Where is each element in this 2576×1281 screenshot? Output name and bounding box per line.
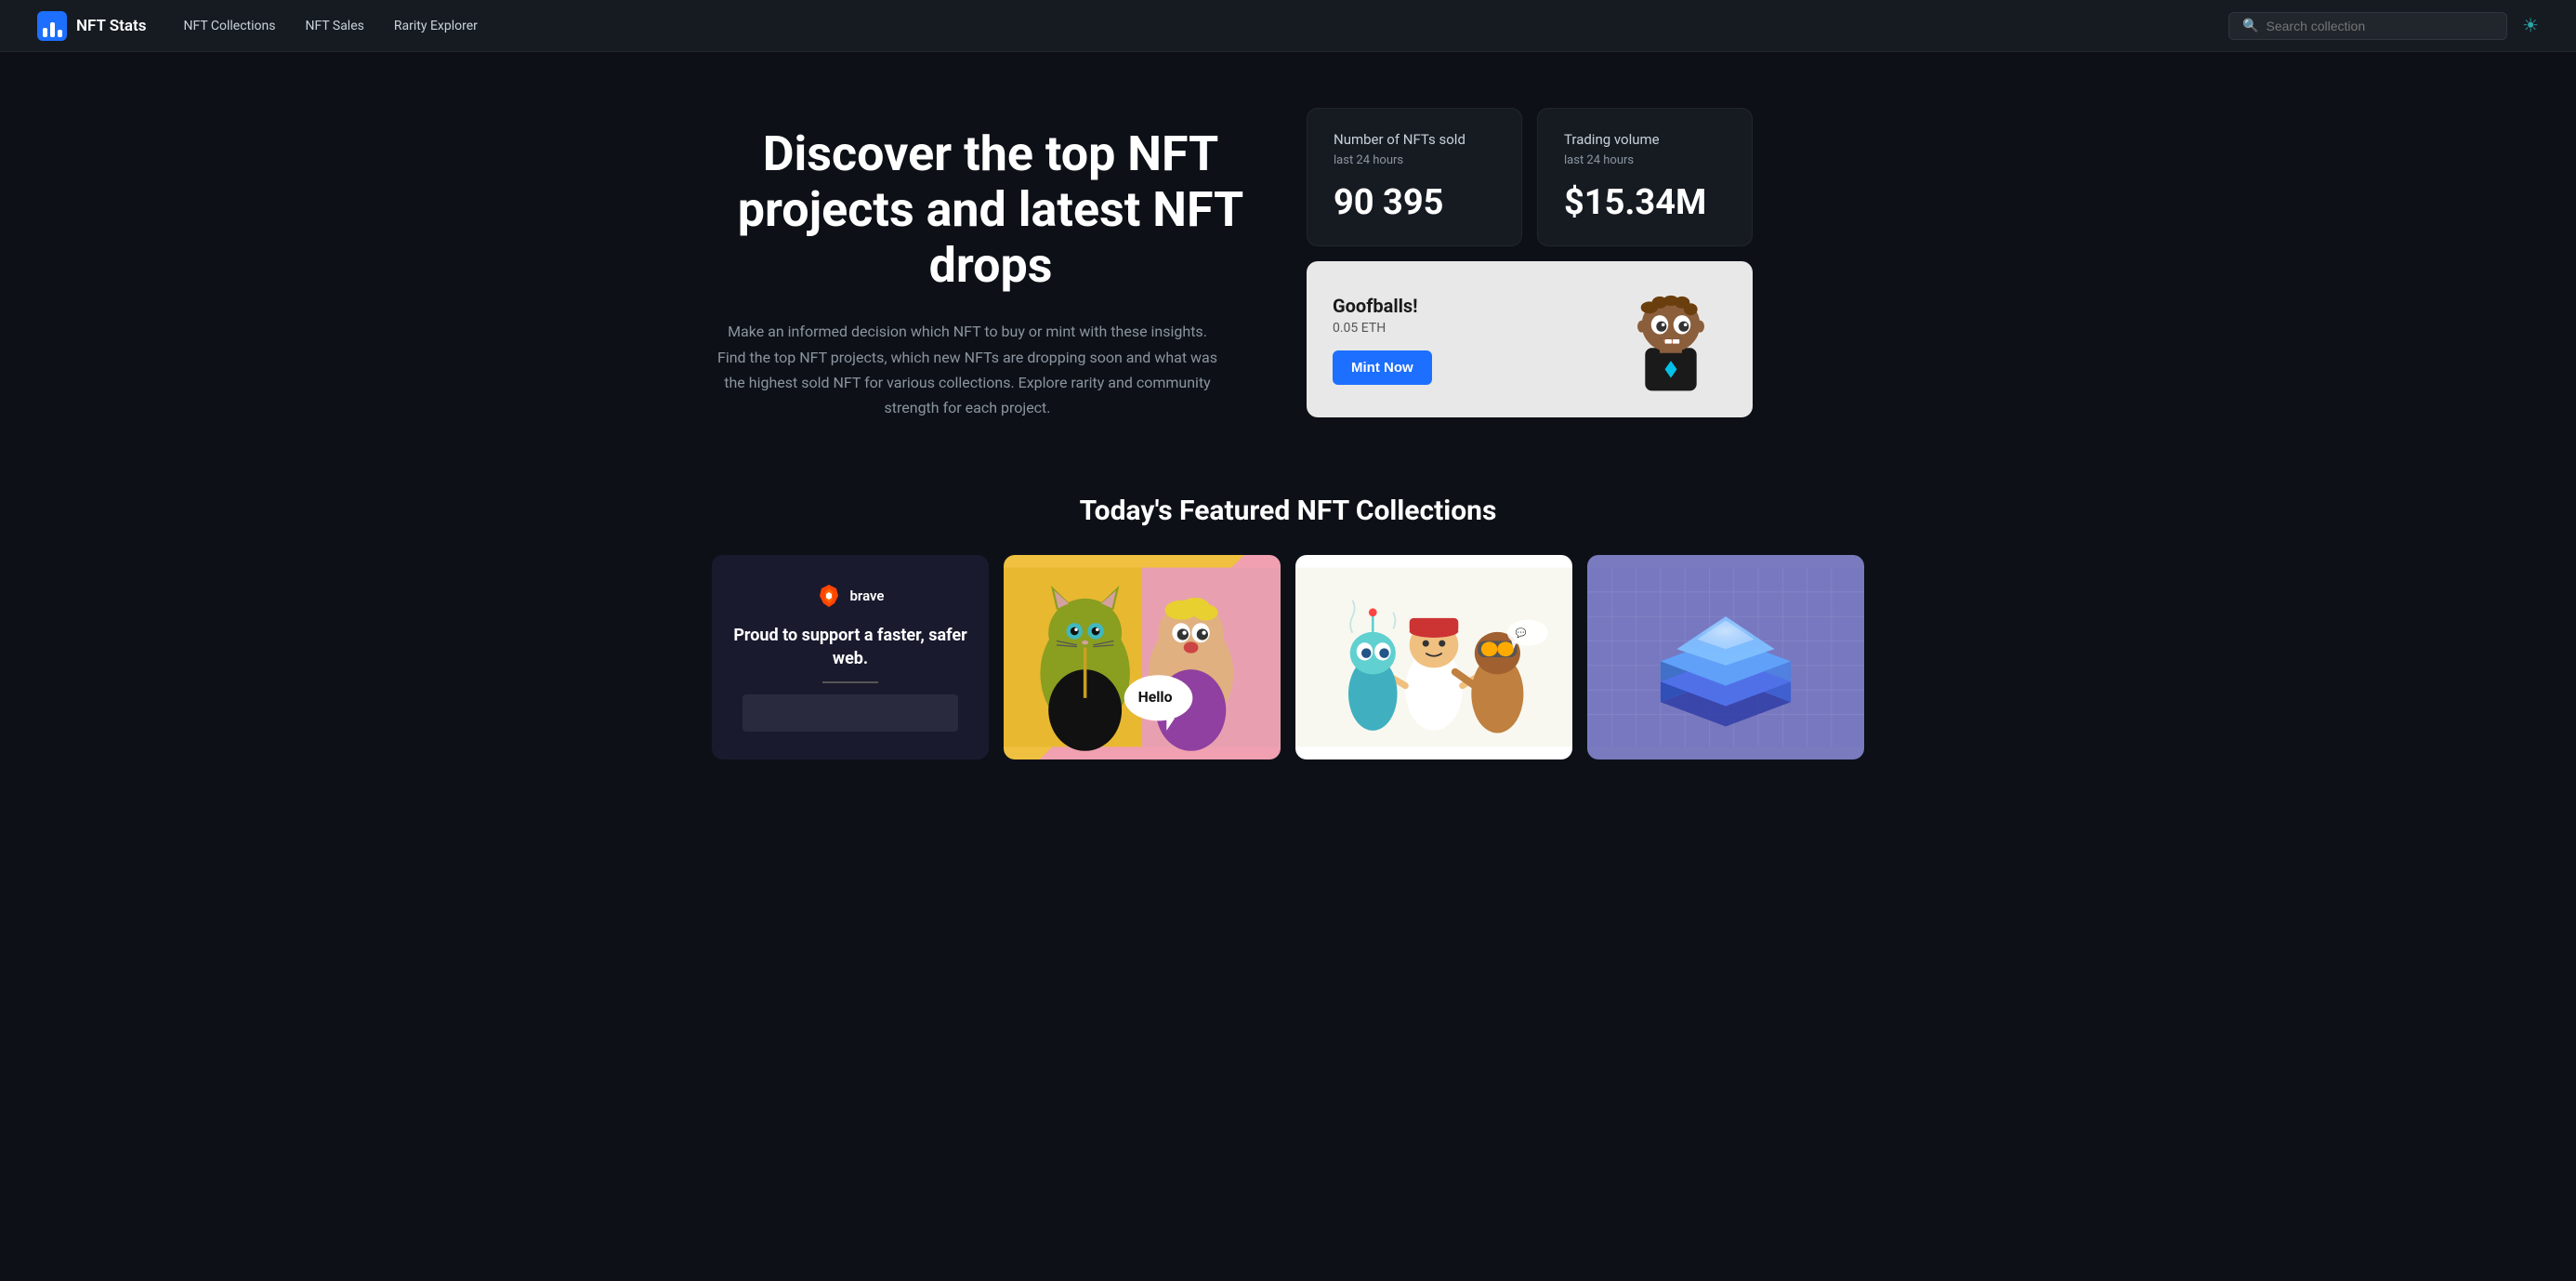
mint-card-price: 0.05 ETH — [1333, 321, 1597, 336]
svg-text:💬: 💬 — [1516, 627, 1527, 639]
mint-card-image — [1615, 284, 1727, 395]
brave-brand: brave — [816, 583, 884, 609]
nfts-sold-value: 90 395 — [1334, 182, 1495, 223]
hero-left: Discover the top NFT projects and latest… — [712, 108, 1269, 420]
brave-tagline: Proud to support a faster, safer web. — [730, 624, 970, 670]
theme-toggle-button[interactable]: ☀ — [2522, 14, 2539, 37]
brand-name: NFT Stats — [76, 17, 146, 35]
trading-volume-value: $15.34M — [1564, 182, 1726, 223]
brand-logo-container[interactable]: NFT Stats — [37, 11, 146, 41]
featured-grid: brave Proud to support a faster, safer w… — [712, 555, 1864, 759]
mint-now-button[interactable]: Mint Now — [1333, 350, 1432, 385]
geometric-nft-icon — [1587, 555, 1864, 759]
featured-title: Today's Featured NFT Collections — [712, 495, 1864, 527]
search-box[interactable]: 🔍 — [2228, 12, 2507, 40]
nav-links: NFT Collections NFT Sales Rarity Explore… — [183, 19, 2228, 33]
hero-title: Discover the top NFT projects and latest… — [712, 126, 1269, 293]
nav-link-nft-sales[interactable]: NFT Sales — [305, 19, 363, 33]
hero-description: Make an informed decision which NFT to b… — [712, 319, 1223, 420]
brave-brand-text: brave — [849, 588, 884, 604]
brave-divider — [822, 681, 878, 683]
stat-cards-row: Number of NFTs sold last 24 hours 90 395… — [1307, 108, 1753, 246]
hero-right: Number of NFTs sold last 24 hours 90 395… — [1307, 108, 1753, 420]
mint-card-content: Goofballs! 0.05 ETH Mint Now — [1333, 295, 1597, 385]
navbar-right: 🔍 ☀ — [2228, 12, 2539, 40]
search-icon: 🔍 — [2242, 19, 2258, 33]
brave-screenshot — [743, 694, 958, 732]
mint-card-title: Goofballs! — [1333, 295, 1597, 317]
trading-volume-label: Trading volume — [1564, 131, 1726, 148]
cats-nft-icon: Hello — [1004, 555, 1281, 759]
mint-card: Goofballs! 0.05 ETH Mint Now — [1307, 261, 1753, 417]
nfts-sold-label: Number of NFTs sold — [1334, 131, 1495, 148]
featured-card-geometric[interactable] — [1587, 555, 1864, 759]
navbar: NFT Stats NFT Collections NFT Sales Rari… — [0, 0, 2576, 52]
colorful-chars-icon: 💬 — [1295, 555, 1572, 759]
svg-text:Hello: Hello — [1138, 688, 1173, 706]
featured-card-colorful-chars[interactable]: 💬 — [1295, 555, 1572, 759]
goofball-character-icon — [1620, 284, 1722, 395]
stat-card-trading-volume: Trading volume last 24 hours $15.34M — [1537, 108, 1753, 246]
stat-card-nfts-sold: Number of NFTs sold last 24 hours 90 395 — [1307, 108, 1522, 246]
trading-volume-sublabel: last 24 hours — [1564, 153, 1726, 167]
featured-card-brave[interactable]: brave Proud to support a faster, safer w… — [712, 555, 989, 759]
brave-icon — [816, 583, 842, 609]
search-input[interactable] — [2267, 19, 2494, 33]
nav-link-nft-collections[interactable]: NFT Collections — [183, 19, 275, 33]
featured-section: Today's Featured NFT Collections brave P… — [637, 457, 1939, 815]
nfts-sold-sublabel: last 24 hours — [1334, 153, 1495, 167]
hero-section: Discover the top NFT projects and latest… — [637, 52, 1939, 457]
nav-link-rarity-explorer[interactable]: Rarity Explorer — [394, 19, 478, 33]
featured-card-cats[interactable]: Hello — [1004, 555, 1281, 759]
brand-icon — [37, 11, 67, 41]
